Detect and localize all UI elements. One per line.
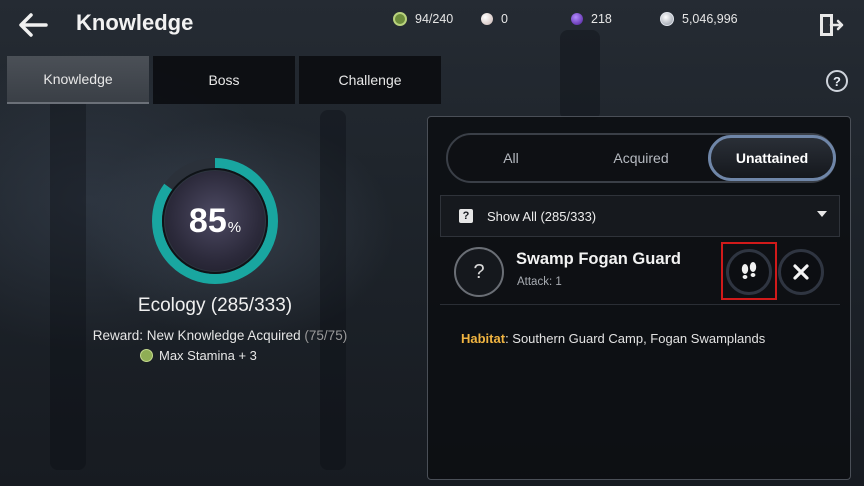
question-book-icon: ? xyxy=(459,209,473,223)
background-tree xyxy=(50,90,86,470)
background-tree xyxy=(320,110,346,470)
category-tabs: Knowledge Boss Challenge xyxy=(7,56,441,104)
tab-knowledge[interactable]: Knowledge xyxy=(7,56,149,104)
filter-acquired[interactable]: Acquired xyxy=(578,135,704,181)
list-item[interactable]: ? Swamp Fogan Guard Attack: 1 xyxy=(440,239,840,305)
tab-boss[interactable]: Boss xyxy=(153,56,295,104)
highlight-box xyxy=(721,242,777,300)
show-all-dropdown[interactable]: ? Show All (285/333) xyxy=(440,195,840,237)
resource-silver-value: 5,046,996 xyxy=(682,12,738,26)
resource-pearl-value: 0 xyxy=(501,12,508,26)
knowledge-detail-panel: All Acquired Unattained ? Show All (285/… xyxy=(427,116,851,480)
resource-gem: 218 xyxy=(571,12,612,26)
reward-bonus: Max Stamina + 3 xyxy=(140,348,290,363)
resource-pearl: 0 xyxy=(481,12,508,26)
back-arrow-icon xyxy=(19,13,48,37)
habitat-info: Habitat: Southern Guard Camp, Fogan Swam… xyxy=(461,331,765,346)
resource-gem-value: 218 xyxy=(591,12,612,26)
reward-bonus-text: Max Stamina + 3 xyxy=(159,348,257,363)
tab-challenge[interactable]: Challenge xyxy=(299,56,441,104)
resource-stamina-value: 94/240 xyxy=(415,12,454,26)
pearl-icon xyxy=(481,13,493,25)
progress-percent-unit: % xyxy=(227,219,242,236)
purple-gem-icon xyxy=(571,13,583,25)
filter-segmented-control: All Acquired Unattained xyxy=(446,133,836,183)
reward-text: Reward: New Knowledge Acquired (75/75) xyxy=(40,328,400,343)
progress-ring: 85% xyxy=(150,156,280,286)
ecology-count: Ecology (285/333) xyxy=(137,295,293,316)
habitat-key: Habitat xyxy=(461,331,506,346)
top-bar: Knowledge 94/240 0 218 5,046,996 xyxy=(0,0,864,50)
help-button[interactable]: ? xyxy=(826,70,848,92)
stamina-potion-icon xyxy=(393,12,407,26)
back-button[interactable] xyxy=(16,8,50,42)
filter-all[interactable]: All xyxy=(448,135,574,181)
page-title: Knowledge xyxy=(76,10,194,35)
reward-count: (75/75) xyxy=(304,328,348,343)
resource-silver: 5,046,996 xyxy=(660,12,738,26)
entry-name: Swamp Fogan Guard xyxy=(516,250,682,268)
chevron-down-icon xyxy=(817,211,827,217)
habitat-value: : Southern Guard Camp, Fogan Swamplands xyxy=(505,331,766,346)
stamina-potion-icon xyxy=(140,349,153,362)
progress-percent-value: 85 xyxy=(188,202,227,240)
dropdown-label: Show All (285/333) xyxy=(487,208,597,224)
exit-button[interactable] xyxy=(815,10,845,40)
exit-door-icon xyxy=(820,14,844,36)
close-icon xyxy=(793,264,809,280)
reward-label: Reward: New Knowledge Acquired xyxy=(92,328,301,343)
filter-unattained[interactable]: Unattained xyxy=(708,135,836,181)
silver-coin-icon xyxy=(660,12,674,26)
entry-attack: Attack: 1 xyxy=(517,276,562,288)
close-button[interactable] xyxy=(778,249,824,295)
resource-stamina: 94/240 xyxy=(393,12,453,26)
unknown-monster-icon: ? xyxy=(454,247,504,297)
progress-percent: 85% xyxy=(150,202,280,241)
